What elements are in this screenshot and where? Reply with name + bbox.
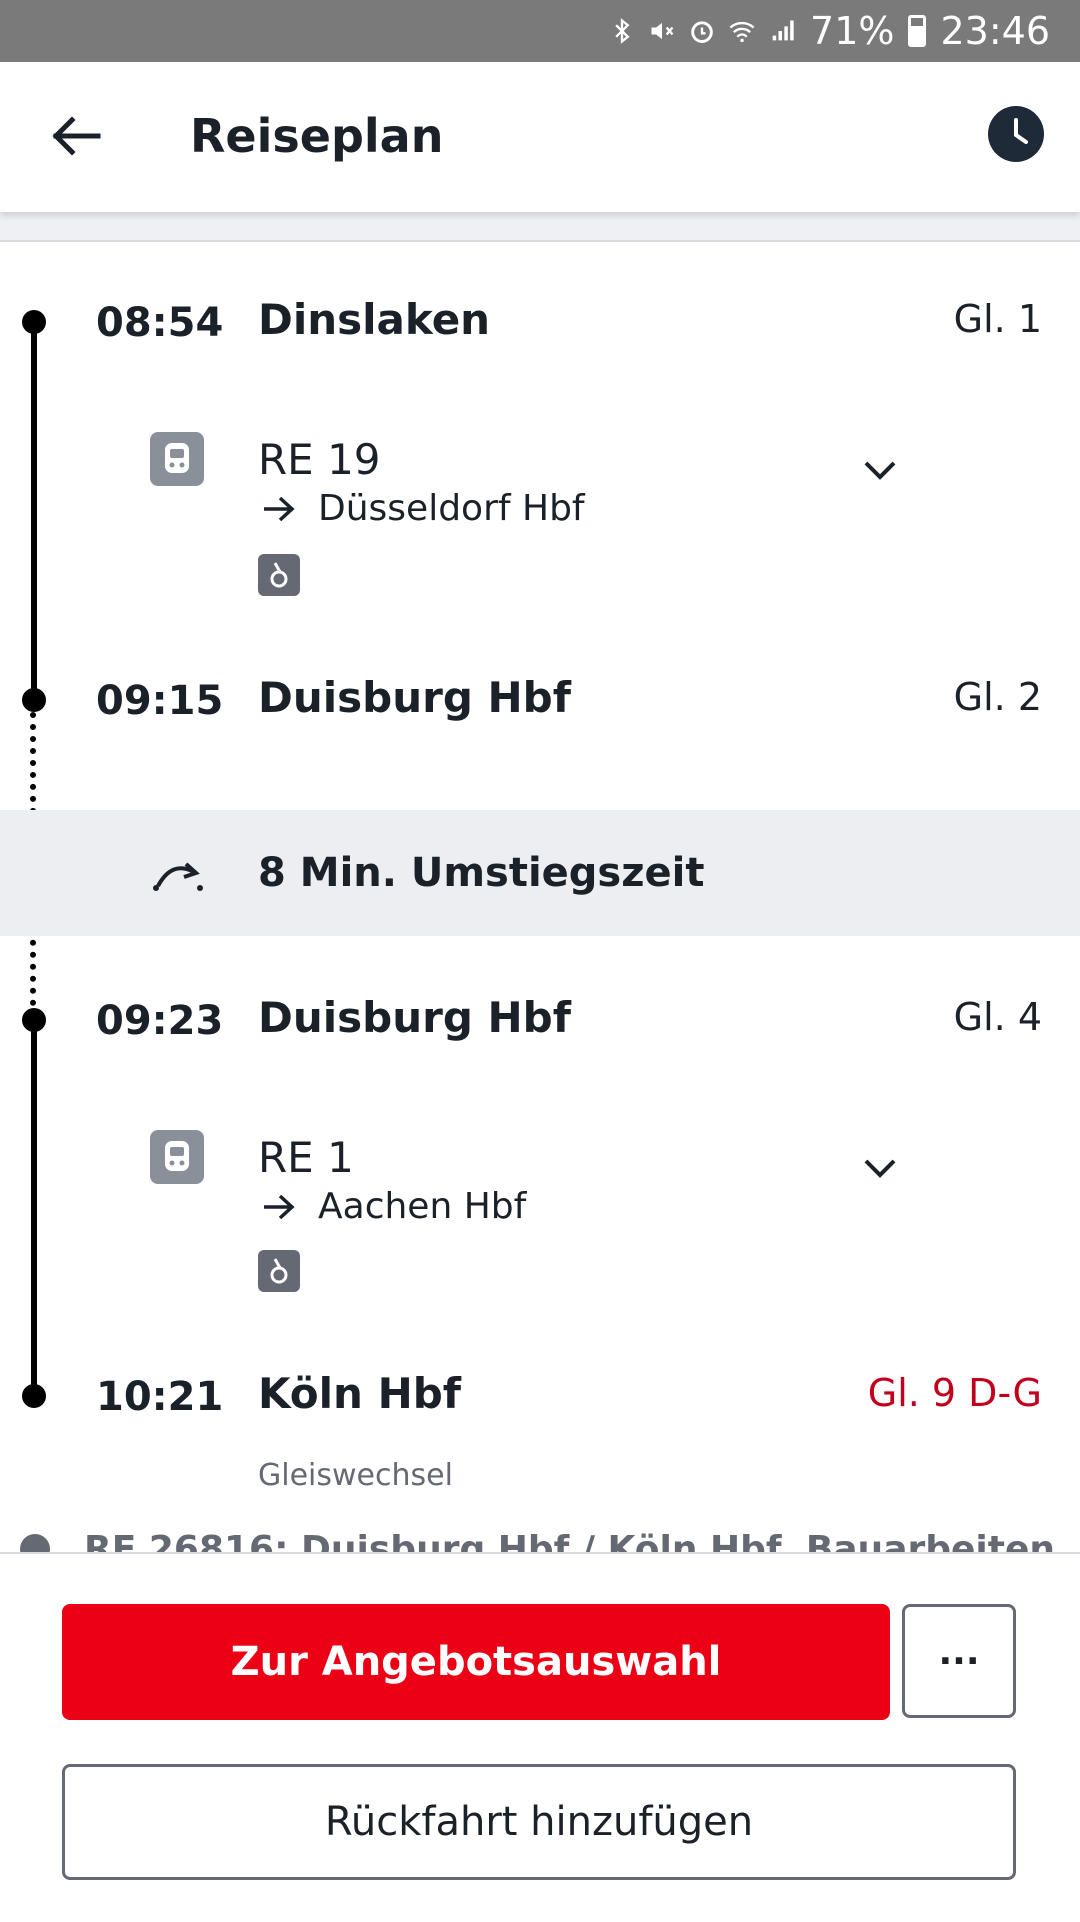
arrow-right-icon [264,1194,295,1220]
alarm-icon [691,21,713,43]
timeline-segment-leg-2 [31,1018,37,1396]
timeline-stop-dot [22,688,46,712]
disruption-message-row[interactable]: RE 26816: Duisburg Hbf / Köln Hbf, Bauar… [0,1522,1080,1552]
bike-allowed-icon [258,1250,300,1292]
leg-destination: Aachen Hbf [262,1184,526,1230]
leg-destination-label: Aachen Hbf [318,1186,527,1227]
arrow-right-icon [264,496,295,522]
page-title: Reiseplan [190,109,444,163]
mute-icon [651,22,674,40]
timeline-segment-leg-1 [31,320,37,698]
battery-icon [908,15,927,47]
timeline-stop-dot [22,1384,46,1408]
wifi-icon [729,21,755,43]
clock-time: 23:46 [940,9,1050,53]
status-bar: 71% 23:46 [0,0,1080,62]
chevron-down-icon[interactable] [858,1146,902,1190]
stop-platform: Gl. 2 [953,675,1042,719]
stop-station[interactable]: Dinslaken [258,294,490,346]
leg-destination: Düsseldorf Hbf [262,486,585,532]
leg-train-name[interactable]: RE 1 [258,1132,354,1184]
back-arrow-icon[interactable] [46,106,106,166]
timeline-stop-dot [22,1008,46,1032]
more-options-button[interactable]: ··· [902,1604,1016,1718]
chevron-down-icon[interactable] [858,448,902,492]
leg-destination-label: Düsseldorf Hbf [318,488,585,529]
stop-platform-changed: Gl. 9 D-G [867,1371,1042,1415]
scrolled-summary-strip [0,212,1080,242]
transfer-label: 8 Min. Umstiegszeit [258,850,705,896]
add-return-trip-button[interactable]: Rückfahrt hinzufügen [62,1764,1016,1880]
bluetooth-icon [615,18,630,44]
clock-icon[interactable] [988,106,1044,162]
stop-platform: Gl. 4 [953,995,1042,1039]
disruption-message: RE 26816: Duisburg Hbf / Köln Hbf, Bauar… [84,1529,1056,1552]
stop-time: 09:23 [96,998,224,1044]
app-bar: Reiseplan [0,62,1080,212]
train-icon [150,432,204,486]
stop-station[interactable]: Duisburg Hbf [258,672,571,724]
stop-platform: Gl. 1 [953,297,1042,341]
stop-station[interactable]: Köln Hbf [258,1368,461,1420]
offer-selection-button[interactable]: Zur Angebotsauswahl [62,1604,890,1720]
status-icons [608,17,796,45]
stop-station[interactable]: Duisburg Hbf [258,992,571,1044]
transfer-row: 8 Min. Umstiegszeit [0,810,1080,936]
timeline-stop-dot [22,310,46,334]
battery-percent: 71% [810,9,895,53]
transfer-icon [153,862,203,891]
stop-time: 09:15 [96,678,224,724]
leg-train-name[interactable]: RE 19 [258,434,381,486]
platform-change-note: Gleiswechsel [258,1458,453,1493]
stop-time: 08:54 [96,300,224,346]
signal-icon [772,20,794,41]
bottom-action-bar: Zur Angebotsauswahl ··· Rückfahrt hinzuf… [0,1552,1080,1922]
info-icon [20,1534,50,1552]
train-icon [150,1130,204,1184]
bike-allowed-icon [258,554,300,596]
stop-time: 10:21 [96,1374,224,1420]
